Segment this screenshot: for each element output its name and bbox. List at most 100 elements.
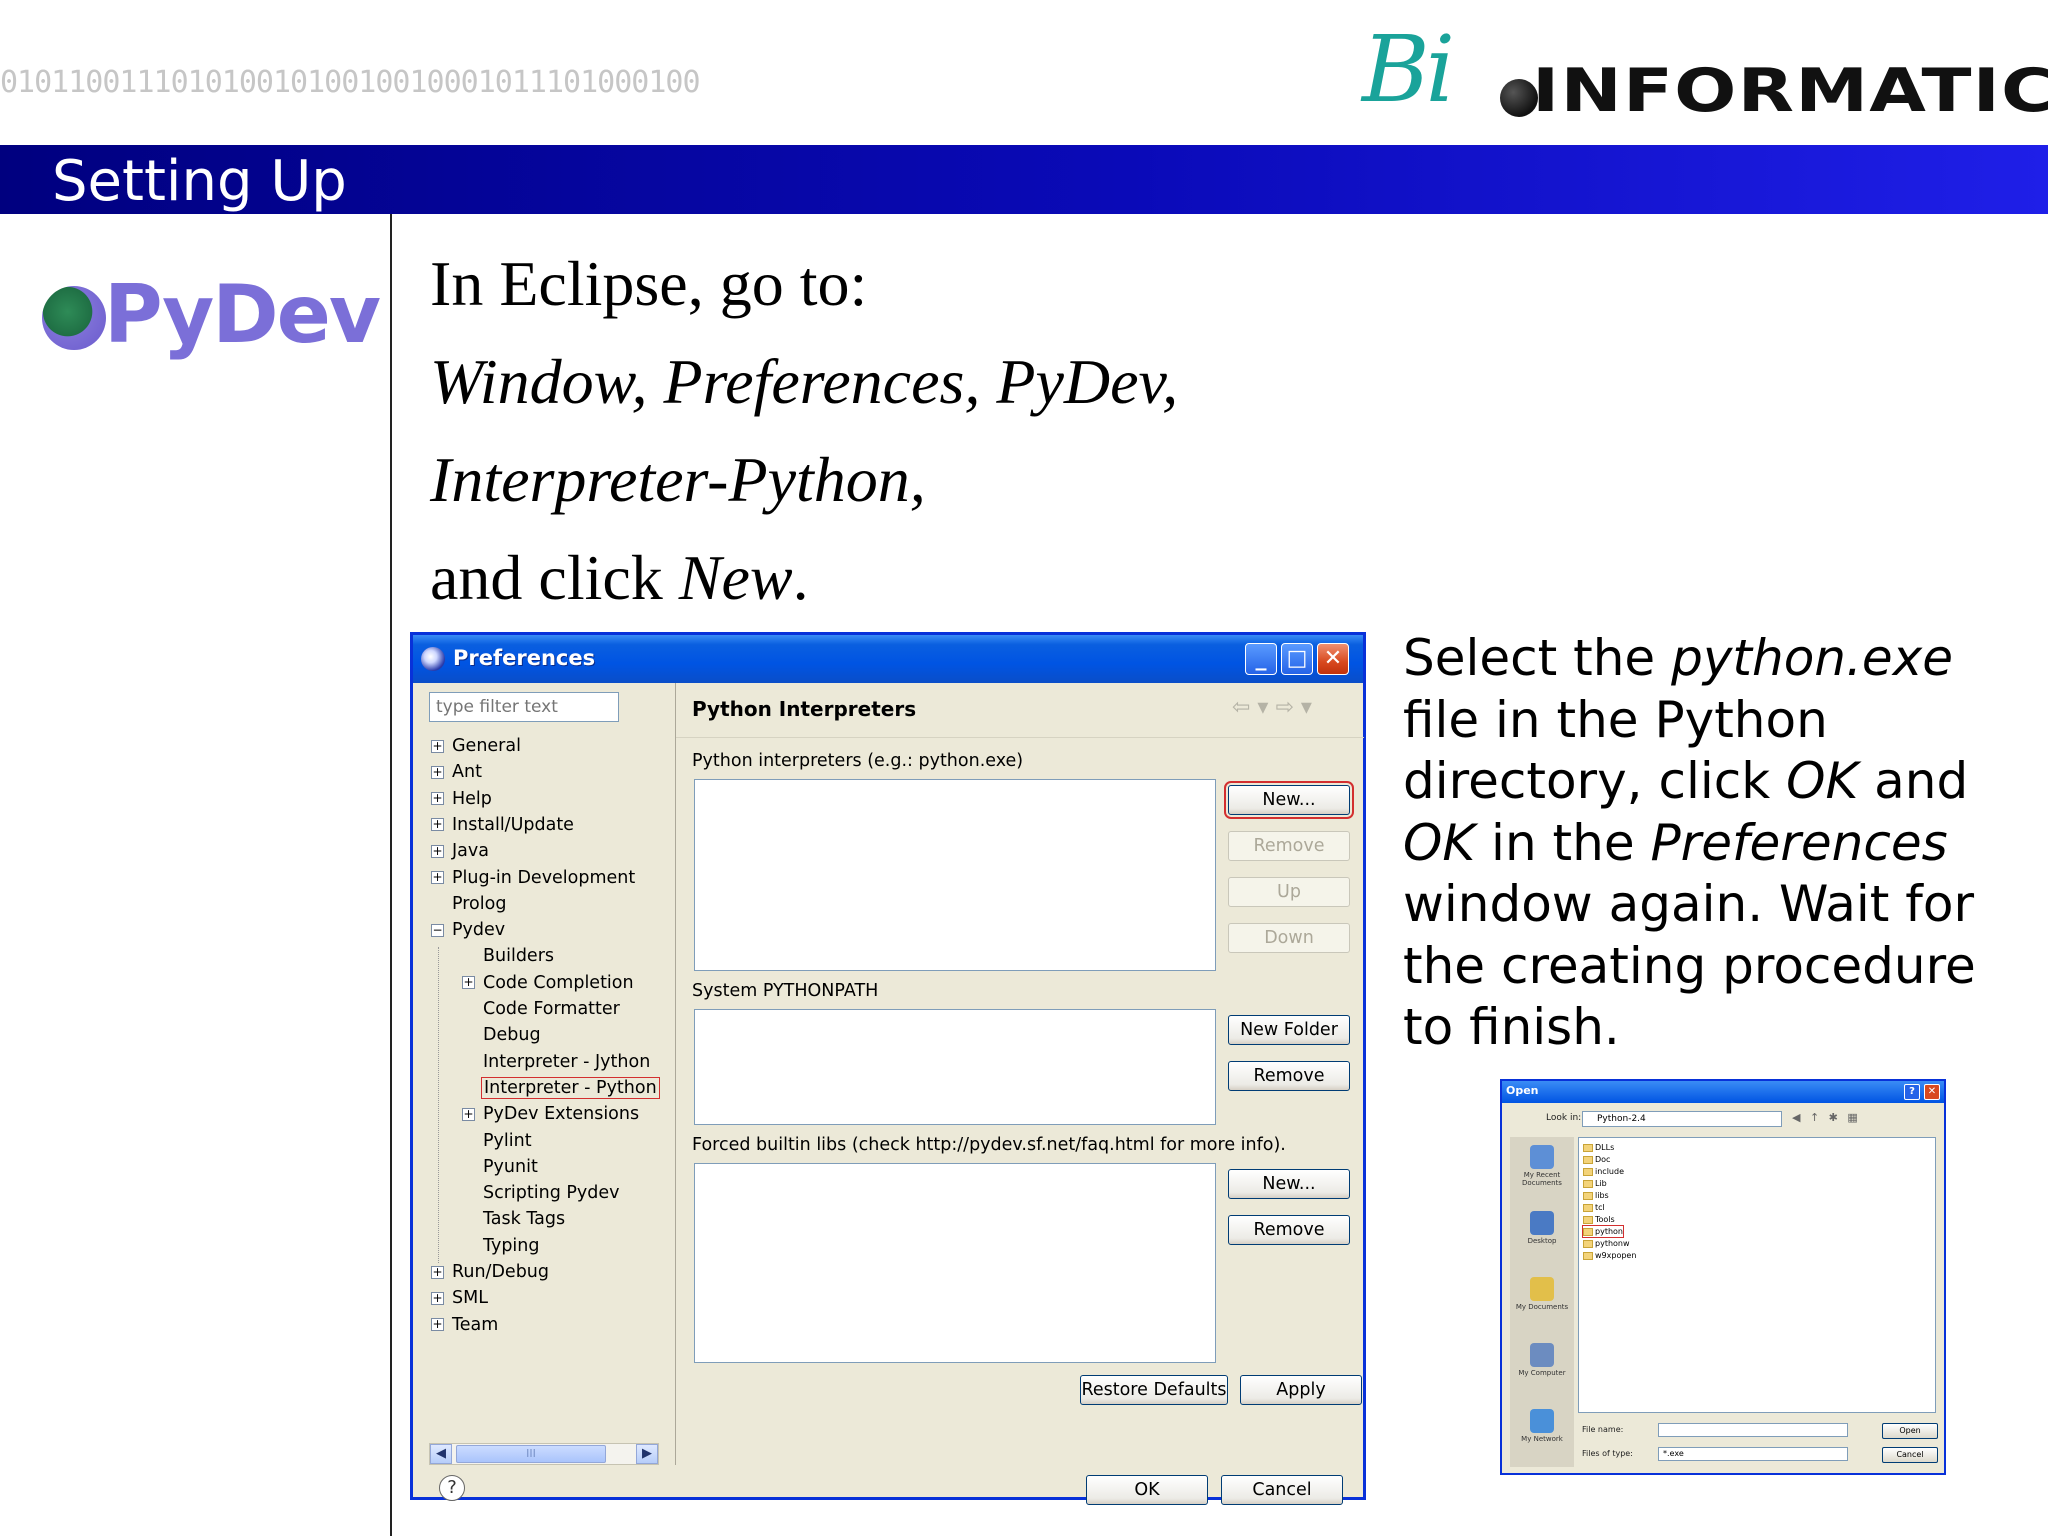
tree-item[interactable]: + Team (431, 1312, 500, 1338)
file-item[interactable]: pythonw (1583, 1238, 1630, 1249)
expand-icon[interactable]: + (431, 818, 444, 832)
tree-item[interactable]: + SML (431, 1285, 490, 1311)
scroll-left-icon[interactable]: ◀ (430, 1444, 452, 1464)
file-item[interactable]: DLLs (1583, 1142, 1614, 1153)
dialog-toolbar-icons[interactable]: ◀ ↑ ✱ ▦ (1792, 1111, 1861, 1124)
file-item[interactable]: libs (1583, 1190, 1609, 1201)
filter-input[interactable] (429, 692, 619, 722)
tree-item[interactable]: − Pydev (431, 917, 507, 943)
up-button[interactable]: Up (1228, 877, 1350, 907)
pydev-logo-text: PyDev (104, 268, 381, 361)
place-shortcut[interactable]: My Network (1512, 1409, 1572, 1443)
place-shortcut[interactable]: My Computer (1512, 1343, 1572, 1377)
new-folder-button[interactable]: New Folder (1228, 1015, 1350, 1045)
file-name-input[interactable] (1658, 1423, 1848, 1437)
down-button[interactable]: Down (1228, 923, 1350, 953)
window-title-bar[interactable]: Preferences _ □ ✕ (413, 635, 1363, 683)
preferences-window: Preferences _ □ ✕ + General + Ant + Help + Inst… (410, 632, 1366, 1505)
folder-icon (1583, 1155, 1593, 1164)
tree-item[interactable]: Builders (462, 943, 556, 969)
new-interpreter-button[interactable]: New... (1224, 781, 1354, 819)
tree-item[interactable]: + Ant (431, 759, 484, 785)
expand-icon[interactable]: + (462, 1107, 475, 1121)
file-item[interactable]: Lib (1583, 1178, 1607, 1189)
tree-item-label: Ant (452, 762, 482, 783)
ok-button[interactable]: OK (1086, 1475, 1208, 1505)
expand-icon[interactable]: + (431, 1291, 444, 1305)
close-button[interactable]: ✕ (1317, 643, 1349, 675)
dialog-button-bar: ? OK Cancel (413, 1465, 1363, 1505)
close-icon[interactable]: ✕ (1924, 1084, 1940, 1100)
apply-button[interactable]: Apply (1240, 1375, 1362, 1405)
file-item[interactable]: python (1582, 1225, 1624, 1238)
expand-icon[interactable]: + (462, 976, 475, 990)
tree-item[interactable]: + Code Completion (462, 970, 636, 996)
new-builtin-button[interactable]: New... (1228, 1169, 1350, 1199)
open-cancel-button[interactable]: Cancel (1882, 1447, 1938, 1463)
look-in-label: Look in: (1546, 1113, 1582, 1123)
file-item[interactable]: Tools (1583, 1214, 1615, 1225)
tree-item[interactable]: + PyDev Extensions (462, 1101, 641, 1127)
horizontal-scrollbar[interactable]: ◀ III ▶ (429, 1443, 659, 1465)
tree-item[interactable]: Task Tags (462, 1206, 567, 1232)
tree-item[interactable]: Typing (462, 1233, 542, 1259)
expand-icon[interactable]: + (431, 792, 444, 806)
interpreters-list[interactable] (694, 779, 1216, 971)
tree-item[interactable]: + General (431, 733, 523, 759)
expand-icon[interactable]: + (431, 871, 444, 884)
place-shortcut[interactable]: Desktop (1512, 1211, 1572, 1245)
tree-item[interactable]: + Plug-in Development (431, 865, 637, 891)
side-note-text: in the (1475, 813, 1651, 872)
expand-icon[interactable]: + (431, 765, 444, 779)
tree-item[interactable]: Pylint (462, 1128, 534, 1154)
tree-item-label: Plug-in Development (452, 867, 636, 888)
file-item[interactable]: include (1583, 1166, 1624, 1177)
tree-item[interactable]: + Run/Debug (431, 1259, 551, 1285)
tree-item-label: Code Completion (483, 972, 634, 993)
file-type-select[interactable]: *.exe (1658, 1447, 1848, 1461)
tree-item-label: Pydev (452, 920, 506, 941)
tree-item[interactable]: + Help (431, 786, 494, 812)
expand-icon[interactable]: + (431, 844, 444, 858)
tree-item[interactable]: Pyunit (462, 1154, 540, 1180)
folder-icon (1583, 1203, 1593, 1212)
file-item[interactable]: Doc (1583, 1154, 1610, 1165)
cancel-button[interactable]: Cancel (1221, 1475, 1343, 1505)
history-nav-icon[interactable]: ⇦ ▾ ⇨ ▾ (1232, 695, 1312, 720)
python-interpreters-page: Python Interpreters ⇦ ▾ ⇨ ▾ Python inter… (675, 683, 1364, 1465)
file-icon (1583, 1251, 1593, 1260)
restore-defaults-button[interactable]: Restore Defaults (1080, 1375, 1228, 1405)
forced-builtins-list[interactable] (694, 1163, 1216, 1363)
tree-item-label: Scripting Pydev (483, 1183, 620, 1204)
tree-item[interactable]: Interpreter - Jython (462, 1049, 652, 1075)
collapse-icon[interactable]: − (431, 923, 444, 937)
tree-item[interactable]: Code Formatter (462, 996, 622, 1022)
tree-item[interactable]: + Java (431, 838, 491, 864)
file-list[interactable]: DLLs Doc include Lib libs tcl Tools python pytho… (1578, 1137, 1936, 1413)
tree-item[interactable]: + Install/Update (431, 812, 576, 838)
place-shortcut[interactable]: My Recent Documents (1512, 1145, 1572, 1187)
open-button[interactable]: Open (1882, 1423, 1938, 1439)
remove-interpreter-button[interactable]: Remove (1228, 831, 1350, 861)
expand-icon[interactable]: + (431, 1318, 444, 1332)
tree-item[interactable]: Debug (462, 1022, 543, 1048)
file-item[interactable]: w9xpopen (1583, 1250, 1636, 1261)
place-shortcut[interactable]: My Documents (1512, 1277, 1572, 1311)
pythonpath-list[interactable] (694, 1009, 1216, 1125)
tree-item[interactable]: Prolog (431, 891, 508, 917)
maximize-button[interactable]: □ (1281, 643, 1313, 675)
scroll-right-icon[interactable]: ▶ (636, 1444, 658, 1464)
tree-item[interactable]: Interpreter - Python (462, 1075, 660, 1101)
file-item[interactable]: tcl (1583, 1202, 1605, 1213)
help-icon[interactable]: ? (439, 1475, 465, 1501)
scroll-thumb[interactable]: III (456, 1445, 606, 1463)
minimize-button[interactable]: _ (1245, 643, 1277, 675)
open-dialog-title-bar[interactable]: Open ? ✕ (1502, 1081, 1944, 1103)
expand-icon[interactable]: + (431, 1265, 444, 1279)
look-in-select[interactable]: Python-2.4 (1582, 1111, 1782, 1127)
help-icon[interactable]: ? (1904, 1084, 1920, 1100)
expand-icon[interactable]: + (431, 739, 444, 753)
tree-item[interactable]: Scripting Pydev (462, 1180, 622, 1206)
remove-path-button[interactable]: Remove (1228, 1061, 1350, 1091)
remove-builtin-button[interactable]: Remove (1228, 1215, 1350, 1245)
